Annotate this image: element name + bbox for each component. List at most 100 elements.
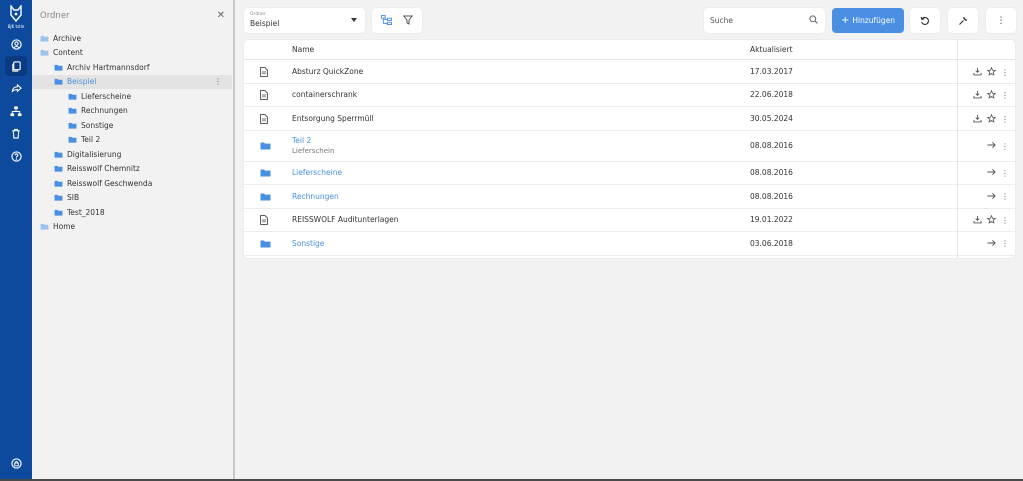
rail-item-help[interactable] — [5, 146, 27, 166]
plus-icon: + — [840, 15, 850, 26]
filter-icon — [402, 15, 413, 25]
table-row[interactable]: Sonstige 03.06.2018 ⋮ — [244, 232, 1015, 256]
folder-icon — [54, 151, 63, 158]
search-icon[interactable] — [809, 15, 818, 24]
sidebar-item-home[interactable]: Home — [32, 220, 232, 235]
sidebar-item-digitalisierung[interactable]: Digitalisierung — [32, 147, 232, 162]
folder-icon — [54, 195, 63, 201]
refresh-button[interactable] — [910, 8, 940, 33]
document-icon — [260, 113, 268, 124]
folder-icon — [40, 35, 49, 42]
row-name[interactable]: Teil 2 — [292, 136, 311, 145]
close-icon[interactable]: ✕ — [217, 10, 225, 21]
sidebar-item-label: Archive — [53, 33, 82, 43]
folder-icon — [54, 79, 63, 85]
folder-icon — [68, 108, 77, 114]
filter-button[interactable] — [402, 15, 413, 27]
folder-icon — [54, 166, 63, 172]
folder-select-value: Beispiel — [250, 19, 280, 28]
row-name[interactable]: Entsorgung Sperrmüll — [292, 114, 374, 123]
folder-icon — [54, 180, 63, 187]
hierarchy-icon — [10, 105, 22, 116]
row-name[interactable]: Absturz QuickZone — [292, 67, 363, 76]
refresh-icon — [920, 16, 929, 25]
sidebar-item-sonstige[interactable]: Sonstige — [32, 118, 232, 133]
more-vertical-icon[interactable]: ⋮ — [214, 77, 222, 86]
rail-item-account[interactable] — [5, 453, 27, 473]
folder-tree: Archive Content Archiv Hartmannsdorf Beispi… — [32, 31, 232, 234]
tools-button[interactable] — [948, 8, 978, 33]
row-name[interactable]: REISSWOLF Auditunterlagen — [292, 215, 399, 224]
sidebar-item-label: Beispiel — [67, 77, 97, 87]
caret-down-icon — [351, 18, 357, 22]
share-icon — [11, 83, 22, 93]
sidebar-item-rechnungen[interactable]: Rechnungen — [32, 104, 232, 119]
help-icon — [10, 150, 22, 162]
folder-icon — [260, 169, 271, 177]
folder-icon — [68, 122, 77, 129]
row-name[interactable]: containerschrank — [292, 90, 357, 99]
sidebar-item-reisswolf-chemnitz[interactable]: Reisswolf Chemnitz — [32, 162, 232, 177]
folder-sidebar: Ordner ✕ Archive Content Archiv Hartmannsd… — [32, 0, 235, 481]
folder-icon — [260, 193, 271, 201]
table-row[interactable]: Lieferscheine 08.08.2016 ⋮ — [244, 162, 1015, 185]
folder-icon — [260, 240, 271, 248]
sidebar-item-archiv-hartmannsdorf[interactable]: Archiv Hartmannsdorf — [32, 60, 232, 75]
row-subtitle: Lieferschein — [292, 147, 335, 155]
row-name[interactable]: Rechnungen — [292, 192, 339, 201]
rail-item-profile[interactable] — [5, 34, 27, 54]
sidebar-item-label: Sonstige — [81, 120, 114, 130]
nav-rail: BJK tstle — [0, 0, 32, 481]
more-menu-button[interactable]: ⋮ — [986, 8, 1016, 33]
logo-text: BJK tstle — [7, 24, 25, 29]
document-icon — [260, 215, 268, 226]
sidebar-item-label: Content — [53, 48, 83, 58]
row-date: 08.08.2016 — [750, 168, 793, 178]
folder-icon — [40, 50, 49, 56]
row-date: 22.06.2018 — [750, 90, 793, 100]
user-circle-icon — [10, 38, 22, 50]
sidebar-item-reisswolf-geschwenda[interactable]: Reisswolf Geschwenda — [32, 176, 232, 191]
column-header-name[interactable]: Name — [292, 45, 314, 54]
sidebar-item-archive[interactable]: Archive — [32, 31, 232, 46]
tree-view-icon — [381, 14, 393, 25]
rail-item-hierarchy[interactable] — [5, 101, 27, 121]
rail-item-trash[interactable] — [5, 123, 27, 143]
row-name[interactable]: Lieferscheine — [292, 168, 342, 177]
table-row[interactable]: Entsorgung Sperrmüll 30.05.2024 ⋮ — [244, 107, 1015, 131]
sidebar-item-content[interactable]: Content — [32, 46, 232, 61]
table-row[interactable]: Rechnungen 08.08.2016 ⋮ — [244, 185, 1015, 209]
sidebar-item-label: Test_2018 — [67, 207, 105, 217]
table-row[interactable]: containerschrank 22.06.2018 ⋮ — [244, 84, 1015, 107]
sidebar-item-label: Reisswolf Chemnitz — [67, 164, 140, 174]
view-tools — [372, 8, 422, 33]
sidebar-item-label: Home — [53, 222, 76, 232]
sidebar-item-beispiel[interactable]: Beispiel ⋮ — [32, 74, 232, 89]
search-input[interactable]: Suche — [710, 16, 733, 25]
sidebar-item-test-2018[interactable]: Test_2018 — [32, 205, 232, 220]
app-logo[interactable]: BJK tstle — [6, 5, 26, 31]
table-row[interactable]: Absturz QuickZone 17.03.2017 ⋮ — [244, 60, 1015, 84]
folder-icon — [260, 142, 271, 150]
sidebar-item-teil-2[interactable]: Teil 2 — [32, 133, 232, 148]
column-header-updated[interactable]: Aktualisiert — [750, 45, 793, 54]
document-icon — [260, 90, 268, 101]
row-name[interactable]: Sonstige — [292, 239, 324, 248]
rail-item-documents[interactable] — [5, 56, 27, 76]
table-row[interactable]: REISSWOLF Auditunterlagen 19.01.2022 ⋮ — [244, 209, 1015, 232]
sidebar-item-sib[interactable]: SIB — [32, 191, 232, 206]
search-box[interactable]: Suche — [704, 8, 825, 33]
sidebar-item-lieferscheine[interactable]: Lieferscheine — [32, 89, 232, 104]
sidebar-item-label: Reisswolf Geschwenda — [67, 178, 153, 188]
sidebar-item-label: Teil 2 — [81, 135, 101, 145]
sidebar-item-label: Lieferscheine — [81, 91, 132, 101]
row-date: 03.06.2018 — [750, 238, 793, 248]
add-button[interactable]: + Hinzufügen — [832, 8, 904, 33]
add-button-label: Hinzufügen — [852, 16, 896, 25]
tree-view-button[interactable] — [381, 14, 393, 27]
rail-item-share[interactable] — [5, 79, 27, 99]
main-content: Ordner Beispiel Suche + Hinzufügen ⋮ Nam… — [236, 0, 1023, 481]
folder-select[interactable]: Ordner Beispiel — [244, 8, 365, 33]
folder-icon — [40, 224, 49, 230]
table-row[interactable]: Teil 2 Lieferschein 08.08.2016 ⋮ — [244, 131, 1015, 162]
